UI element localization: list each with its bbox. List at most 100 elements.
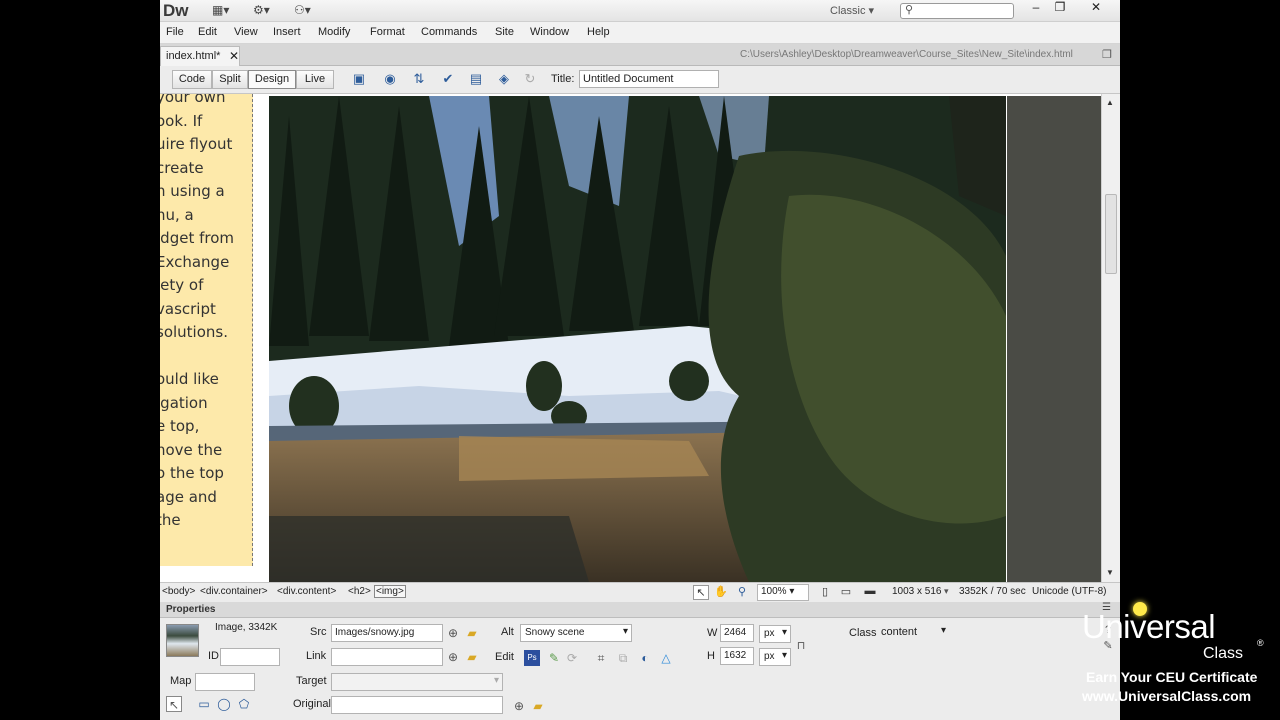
help-search-input[interactable]: ⚲ (900, 3, 1014, 19)
sidebar-column: your own ook. If uire flyout create n using … (160, 94, 253, 566)
scroll-down-icon[interactable]: ▼ (1106, 568, 1114, 577)
tag-img[interactable]: <img> (374, 585, 406, 598)
select-tool-icon[interactable]: ↖ (693, 585, 709, 600)
snowy-scene-drawing (269, 96, 1006, 582)
vertical-scrollbar[interactable]: ▲ ▼ (1101, 94, 1120, 582)
multiscreen-icon[interactable]: ▣ (348, 71, 370, 89)
edit-settings-icon[interactable]: ✎ (546, 650, 562, 666)
desktop-size-icon[interactable]: ▬ (862, 585, 878, 600)
brightness-contrast-icon[interactable]: ◐ (637, 650, 653, 666)
class-select[interactable]: content (877, 624, 949, 642)
zoom-tool-icon[interactable]: ⚲ (734, 585, 750, 600)
preview-browser-icon[interactable]: ◉ (379, 71, 401, 89)
src-field[interactable]: Images/snowy.jpg (331, 624, 443, 642)
menu-edit[interactable]: Edit (198, 26, 217, 38)
document-tab[interactable]: index.html* ✕ (160, 46, 240, 66)
menu-window[interactable]: Window (530, 26, 569, 38)
polygon-hotspot-icon[interactable]: ⬠ (236, 696, 252, 712)
tag-div-content[interactable]: <div.content> (277, 586, 336, 597)
pointer-hotspot-tool-icon[interactable]: ↖ (166, 696, 182, 712)
link-point-to-file-icon[interactable]: ⊕ (445, 649, 461, 665)
tablet-size-icon[interactable]: ▭ (838, 585, 854, 600)
dreamweaver-window: Dw ▦▾ ⚙▾ ⚇▾ Classic ▾ ⚲ – ❐ ✕ File Edit … (160, 0, 1120, 720)
original-point-to-file-icon[interactable]: ⊕ (511, 698, 527, 714)
mobile-size-icon[interactable]: ▯ (817, 585, 833, 600)
width-unit-select[interactable]: px (759, 625, 791, 643)
design-view-button[interactable]: Design (248, 70, 296, 89)
menu-modify[interactable]: Modify (318, 26, 350, 38)
original-browse-folder-icon[interactable]: ▰ (530, 698, 546, 714)
tag-div-container[interactable]: <div.container> (200, 586, 268, 597)
status-bar: <body> <div.container> <div.content> <h2… (160, 582, 1120, 602)
point-to-file-icon[interactable]: ⊕ (445, 625, 461, 641)
zoom-select[interactable]: 100% ▾ (757, 584, 809, 601)
alt-select[interactable]: Snowy scene (520, 624, 632, 642)
height-unit-select[interactable]: px (759, 648, 791, 666)
properties-panel: Image, 3342K ID Src Images/snowy.jpg ⊕ ▰… (160, 618, 1120, 720)
close-tab-icon[interactable]: ✕ (229, 49, 239, 63)
constrain-proportions-icon[interactable]: ⊓ (793, 638, 809, 654)
check-browser-icon[interactable]: ▤ (465, 71, 487, 89)
menu-insert[interactable]: Insert (273, 26, 301, 38)
document-tab-bar: index.html* ✕ C:\Users\Ashley\Desktop\Dr… (160, 44, 1120, 66)
refresh-icon[interactable]: ↻ (519, 71, 541, 89)
update-from-original-icon[interactable]: ⟳ (564, 650, 580, 666)
snowy-scene-image[interactable] (269, 96, 1006, 582)
layout-icon[interactable]: ▦▾ (212, 3, 229, 19)
height-field[interactable]: 1632 (720, 647, 754, 665)
hand-tool-icon[interactable]: ✋ (713, 585, 729, 600)
scroll-up-icon[interactable]: ▲ (1106, 98, 1114, 107)
menu-view[interactable]: View (234, 26, 258, 38)
menu-help[interactable]: Help (587, 26, 610, 38)
minimize-button[interactable]: – (1024, 0, 1048, 16)
tag-h2[interactable]: <h2> (348, 586, 371, 597)
page-background-panel (1007, 96, 1101, 582)
circle-hotspot-icon[interactable]: ◯ (216, 696, 232, 712)
rectangle-hotspot-icon[interactable]: ▭ (196, 696, 212, 712)
brand-url: www.UniversalClass.com (1082, 688, 1252, 704)
tag-body[interactable]: <body> (162, 586, 195, 597)
restore-document-icon[interactable]: ❐ (1102, 48, 1112, 61)
workspace-label: Classic (830, 5, 866, 17)
original-field[interactable] (331, 696, 503, 714)
design-view[interactable]: your own ook. If uire flyout create n using … (160, 94, 1120, 582)
photoshop-icon[interactable]: Ps (524, 650, 540, 666)
resample-icon[interactable]: ⧉ (615, 650, 631, 666)
window-size-dropdown-icon[interactable]: ▾ (944, 586, 949, 597)
width-field[interactable]: 2464 (720, 624, 754, 642)
link-field[interactable] (331, 648, 443, 666)
menu-file[interactable]: File (166, 26, 184, 38)
file-management-icon[interactable]: ⇅ (408, 71, 430, 89)
browse-folder-icon[interactable]: ▰ (464, 625, 480, 641)
id-field[interactable] (220, 648, 280, 666)
gear-icon[interactable]: ⚙▾ (253, 3, 270, 19)
live-view-button[interactable]: Live (296, 70, 334, 89)
sidebar-text-line: create (160, 158, 204, 177)
scrollbar-thumb[interactable] (1105, 194, 1117, 274)
w3c-validation-icon[interactable]: ✔ (437, 71, 459, 89)
split-view-button[interactable]: Split (212, 70, 248, 89)
visual-aids-icon[interactable]: ◈ (493, 71, 515, 89)
menu-commands[interactable]: Commands (421, 26, 477, 38)
sidebar-text-line: igation (160, 393, 208, 412)
close-button[interactable]: ✕ (1084, 0, 1108, 16)
menu-site[interactable]: Site (495, 26, 514, 38)
brand-sub: Class (1203, 645, 1244, 662)
workspace-switcher[interactable]: Classic ▾ (830, 4, 874, 17)
map-field[interactable] (195, 673, 255, 691)
crop-icon[interactable]: ⌗ (593, 650, 609, 666)
code-view-button[interactable]: Code (172, 70, 212, 89)
link-browse-folder-icon[interactable]: ▰ (464, 649, 480, 665)
title-input[interactable]: Untitled Document (579, 70, 719, 88)
menu-format[interactable]: Format (370, 26, 405, 38)
sharpen-icon[interactable]: △ (658, 650, 674, 666)
restore-button[interactable]: ❐ (1048, 0, 1072, 16)
image-thumbnail (166, 624, 199, 657)
target-select[interactable] (331, 673, 503, 691)
site-manager-icon[interactable]: ⚇▾ (294, 3, 311, 19)
properties-header[interactable]: Properties ☰ (160, 602, 1120, 618)
window-size[interactable]: 1003 x 516 (892, 586, 942, 597)
app-logo: Dw (163, 1, 189, 20)
sidebar-text-line: your own (160, 94, 226, 106)
sidebar-text-line: the (160, 511, 181, 529)
